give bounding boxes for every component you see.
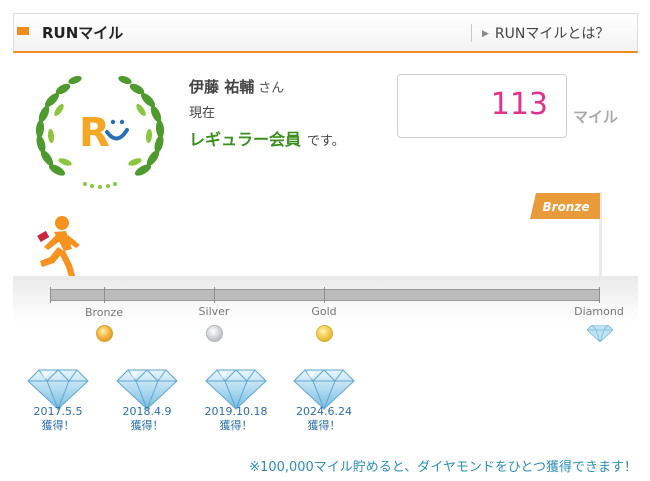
bronze-medal-icon bbox=[96, 325, 113, 342]
current-label: 現在 bbox=[189, 106, 216, 121]
diamond-earned-label: 獲得！ bbox=[41, 419, 75, 432]
level-label-bronze: Bronze bbox=[84, 306, 124, 319]
diamond-date: 2017.5.5 bbox=[33, 405, 83, 418]
diamond-date: 2024.6.24 bbox=[296, 405, 352, 418]
progress-tick-silver bbox=[214, 287, 215, 303]
diamond-icon bbox=[205, 369, 267, 410]
diamond-note: ※100,000マイル貯めると、ダイヤモンドをひとつ獲得できます！ bbox=[249, 460, 637, 475]
about-run-mile-link[interactable]: ▶ RUNマイルとは？ bbox=[482, 23, 609, 43]
diamond-earned-date: 2017.5.5 獲得！ bbox=[18, 405, 98, 433]
level-label-diamond: Diamond bbox=[574, 305, 624, 318]
diamond-earned-label: 獲得！ bbox=[307, 419, 341, 432]
diamond-icon bbox=[116, 369, 178, 410]
next-rank-flag-label: Bronze bbox=[543, 200, 590, 214]
diamond-date: 2019.10.18 bbox=[204, 405, 268, 418]
member-rank-line: レギュラー会員 です。 bbox=[189, 126, 345, 150]
header-title: RUNマイル bbox=[42, 24, 124, 42]
header-accent-mark bbox=[17, 27, 29, 35]
diamond-icon bbox=[27, 369, 89, 410]
diamond-earned-date: 2018.4.9 獲得！ bbox=[107, 405, 187, 433]
diamond-icon bbox=[293, 369, 355, 410]
progress-tick-start bbox=[50, 287, 51, 303]
silver-medal-icon bbox=[206, 325, 223, 342]
diamond-earned-date: 2024.6.24 獲得！ bbox=[284, 405, 364, 433]
diamond-earned-label: 獲得！ bbox=[219, 419, 253, 432]
level-label-gold: Gold bbox=[311, 305, 337, 318]
triangle-right-icon: ▶ bbox=[482, 29, 489, 39]
about-run-mile-label: RUNマイルとは？ bbox=[494, 26, 610, 42]
diamond-earned-label: 獲得！ bbox=[130, 419, 164, 432]
level-label-silver: Silver bbox=[198, 305, 230, 318]
run-mile-header: RUNマイル ▶ RUNマイルとは？ bbox=[13, 13, 638, 53]
rank-suffix: です。 bbox=[307, 134, 345, 149]
progress-bar bbox=[50, 289, 600, 301]
mile-count: 113 bbox=[490, 87, 548, 122]
diamond-level-icon bbox=[587, 325, 613, 342]
svg-text:R: R bbox=[79, 110, 110, 156]
mile-count-box: 113 bbox=[397, 74, 567, 138]
run-logo-laurel-icon: R bbox=[35, 75, 165, 189]
mile-unit: マイル bbox=[573, 108, 619, 126]
user-honorific: さん bbox=[258, 81, 285, 96]
progress-tick-diamond bbox=[599, 287, 600, 303]
diamond-date: 2018.4.9 bbox=[122, 405, 172, 418]
runner-icon bbox=[37, 216, 80, 280]
member-rank: レギュラー会員 bbox=[189, 130, 302, 149]
user-name: 伊藤 祐輔 bbox=[189, 78, 255, 96]
next-rank-flag: Bronze bbox=[530, 193, 600, 219]
progress-tick-bronze bbox=[104, 287, 105, 303]
progress-tick-gold bbox=[324, 287, 325, 303]
gold-medal-icon bbox=[316, 325, 333, 342]
header-divider bbox=[471, 24, 472, 42]
diamond-earned-date: 2019.10.18 獲得！ bbox=[196, 405, 276, 433]
user-name-line: 伊藤 祐輔 さん bbox=[189, 76, 284, 97]
